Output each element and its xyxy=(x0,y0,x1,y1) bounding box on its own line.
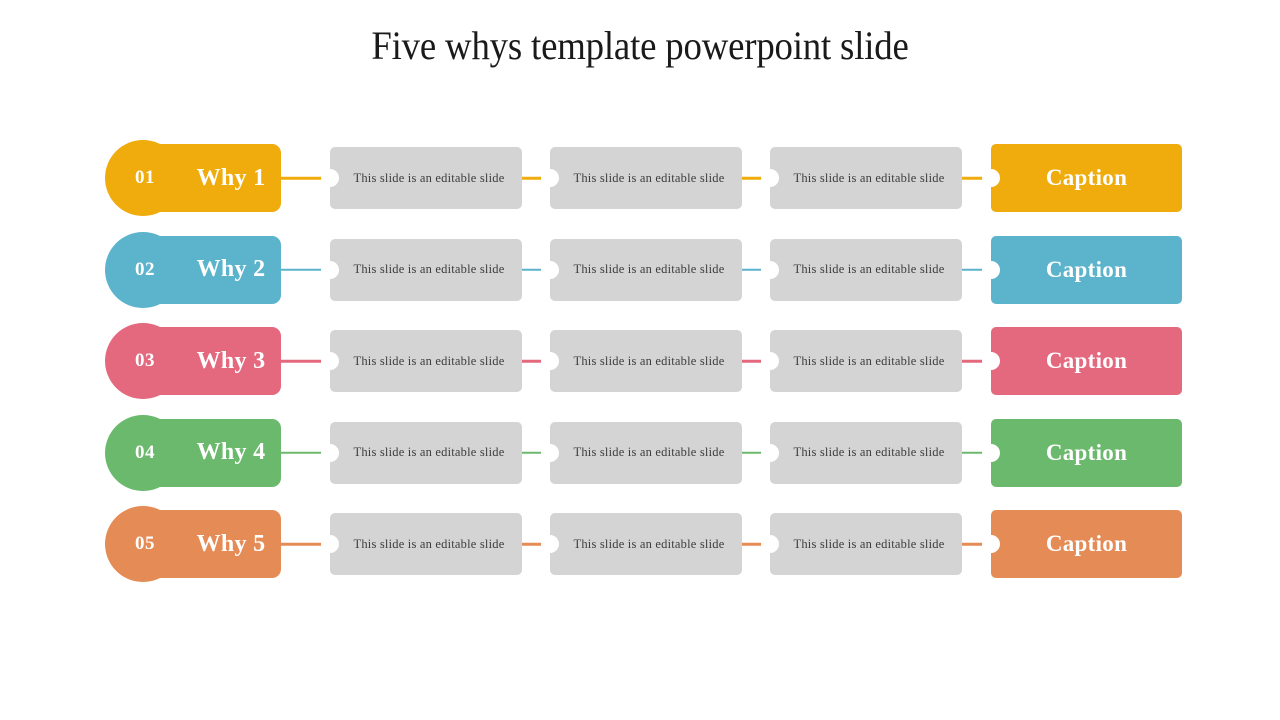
step-box-1[interactable]: This slide is an editable slide xyxy=(321,421,522,484)
why-number: 02 xyxy=(135,258,155,280)
caption-box[interactable]: Caption xyxy=(982,327,1182,395)
step-box-text: This slide is an editable slide xyxy=(793,445,945,459)
caption-box-notch xyxy=(982,443,1000,462)
step-box-notch xyxy=(321,443,339,462)
why-number: 03 xyxy=(135,350,155,371)
step-box-text: This slide is an editable slide xyxy=(353,170,505,185)
step-box-2[interactable]: This slide is an editable slide xyxy=(541,147,742,209)
caption-text: Caption xyxy=(1045,256,1128,282)
why-row: 04 Why 4 This slide is an editable slide… xyxy=(0,414,1280,491)
step-box-notch xyxy=(761,169,779,187)
caption-text: Caption xyxy=(1045,439,1128,465)
step-box-2[interactable]: This slide is an editable slide xyxy=(541,513,742,575)
step-box-notch xyxy=(321,352,339,370)
step-box-1[interactable]: This slide is an editable slide xyxy=(321,147,522,209)
why-label: Why 4 xyxy=(196,439,266,465)
why-row: 05 Why 5 This slide is an editable slide… xyxy=(0,506,1280,582)
step-box-notch xyxy=(761,352,779,370)
step-box-notch xyxy=(761,535,779,553)
step-box-3[interactable]: This slide is an editable slide xyxy=(761,330,962,392)
caption-box[interactable]: Caption xyxy=(982,510,1182,578)
why-label: Why 3 xyxy=(196,347,266,374)
step-box-text: This slide is an editable slide xyxy=(353,262,505,276)
step-box-text: This slide is an editable slide xyxy=(793,353,945,368)
step-box-text: This slide is an editable slide xyxy=(573,536,725,551)
why-shape-4[interactable]: 04 Why 4 xyxy=(105,414,281,491)
step-box-notch xyxy=(541,443,559,462)
step-box-notch xyxy=(541,260,559,279)
step-box-notch xyxy=(541,535,559,553)
step-box-notch xyxy=(761,443,779,462)
step-box-3[interactable]: This slide is an editable slide xyxy=(761,238,962,301)
step-box-text: This slide is an editable slide xyxy=(573,445,725,459)
why-shape-5[interactable]: 05 Why 5 xyxy=(105,506,281,582)
step-box-text: This slide is an editable slide xyxy=(353,536,505,551)
caption-box-notch xyxy=(982,535,1000,553)
caption-box[interactable]: Caption xyxy=(982,235,1182,304)
step-box-1[interactable]: This slide is an editable slide xyxy=(321,238,522,301)
why-row: 03 Why 3 This slide is an editable slide… xyxy=(0,323,1280,399)
step-box-3[interactable]: This slide is an editable slide xyxy=(761,513,962,575)
why-row: 01 Why 1 This slide is an editable slide… xyxy=(0,140,1280,216)
step-box-text: This slide is an editable slide xyxy=(353,445,505,459)
step-box-notch xyxy=(541,352,559,370)
step-box-notch xyxy=(321,260,339,279)
caption-box-notch xyxy=(982,169,1000,187)
step-box-3[interactable]: This slide is an editable slide xyxy=(761,147,962,209)
caption-box[interactable]: Caption xyxy=(982,144,1182,212)
step-box-text: This slide is an editable slide xyxy=(353,353,505,368)
why-label: Why 2 xyxy=(196,256,266,282)
step-box-1[interactable]: This slide is an editable slide xyxy=(321,330,522,392)
why-number: 04 xyxy=(135,441,155,463)
step-box-text: This slide is an editable slide xyxy=(573,170,725,185)
step-box-text: This slide is an editable slide xyxy=(573,262,725,276)
step-box-notch xyxy=(541,169,559,187)
why-number: 01 xyxy=(135,167,155,188)
why-label: Why 1 xyxy=(196,164,266,191)
step-box-3[interactable]: This slide is an editable slide xyxy=(761,421,962,484)
caption-text: Caption xyxy=(1045,531,1128,556)
why-number: 05 xyxy=(135,533,155,554)
why-shape-3[interactable]: 03 Why 3 xyxy=(105,323,281,399)
step-box-text: This slide is an editable slide xyxy=(793,536,945,551)
step-box-text: This slide is an editable slide xyxy=(573,353,725,368)
caption-text: Caption xyxy=(1045,348,1128,373)
why-shape-2[interactable]: 02 Why 2 xyxy=(105,231,281,308)
step-box-2[interactable]: This slide is an editable slide xyxy=(541,421,742,484)
step-box-text: This slide is an editable slide xyxy=(793,170,945,185)
caption-box[interactable]: Caption xyxy=(982,418,1182,487)
step-box-notch xyxy=(321,169,339,187)
page-title: Five whys template powerpoint slide xyxy=(371,23,909,68)
slide-canvas: Five whys template powerpoint slide 01 W… xyxy=(0,0,1280,720)
step-box-notch xyxy=(321,535,339,553)
caption-box-notch xyxy=(982,260,1000,279)
why-row: 02 Why 2 This slide is an editable slide… xyxy=(0,231,1280,308)
step-box-2[interactable]: This slide is an editable slide xyxy=(541,330,742,392)
why-shape-1[interactable]: 01 Why 1 xyxy=(105,140,281,216)
step-box-2[interactable]: This slide is an editable slide xyxy=(541,238,742,301)
five-whys-rows: 01 Why 1 This slide is an editable slide… xyxy=(0,140,1280,598)
caption-text: Caption xyxy=(1045,165,1128,190)
why-label: Why 5 xyxy=(196,530,266,557)
caption-box-notch xyxy=(982,352,1000,370)
step-box-1[interactable]: This slide is an editable slide xyxy=(321,513,522,575)
step-box-notch xyxy=(761,260,779,279)
step-box-text: This slide is an editable slide xyxy=(793,262,945,276)
